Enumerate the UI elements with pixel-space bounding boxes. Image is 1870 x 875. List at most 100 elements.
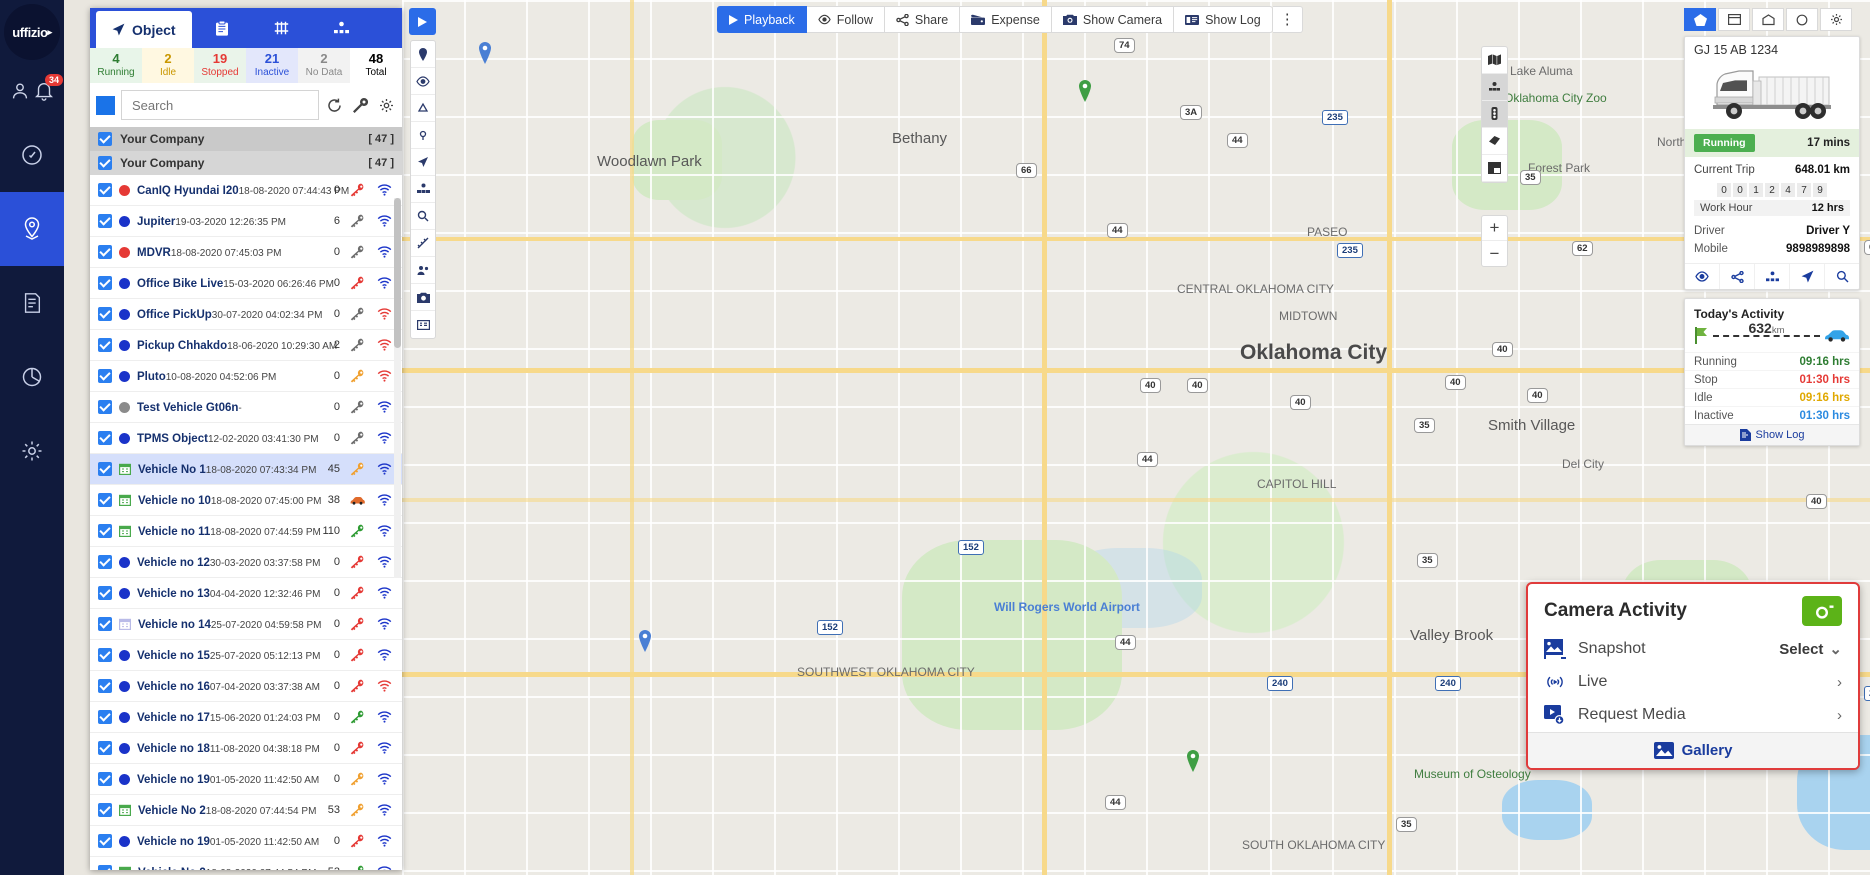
vehicle-list-row[interactable]: Vehicle no 1525-07-2020 05:12:13 PM 0 xyxy=(90,640,402,671)
filter-wrench-icon[interactable] xyxy=(351,91,371,119)
vehicle-list-row[interactable]: Vehicle No 218-08-2020 07:44:54 PM53 xyxy=(90,795,402,826)
ignition-key-button[interactable] xyxy=(347,617,367,631)
label-layer-icon[interactable] xyxy=(1482,128,1507,155)
signal-status-button[interactable] xyxy=(374,494,394,506)
map-zoom-controls[interactable]: + − xyxy=(1481,215,1508,267)
signal-status-button[interactable] xyxy=(374,525,394,537)
signal-status-button[interactable] xyxy=(374,804,394,816)
show-log-button[interactable]: Show Log xyxy=(1174,6,1273,33)
ignition-key-button[interactable] xyxy=(347,710,367,724)
row-checkbox[interactable] xyxy=(98,772,112,786)
signal-status-button[interactable] xyxy=(374,649,394,661)
view-toggle-grid-icon[interactable] xyxy=(1752,8,1784,31)
ignition-key-button[interactable] xyxy=(347,586,367,600)
vehicle-list-row[interactable]: Vehicle no 1715-06-2020 01:24:03 PM 0 xyxy=(90,702,402,733)
sidebar-item-reports[interactable] xyxy=(0,266,64,340)
map-play-button[interactable] xyxy=(409,8,436,35)
view-toggle-list-icon[interactable] xyxy=(1718,8,1750,31)
zoom-in-button[interactable]: + xyxy=(1482,216,1507,241)
vehicle-list-row[interactable]: Office PickUp30-07-2020 04:02:34 PM 0 xyxy=(90,299,402,330)
traffic-layer-icon[interactable] xyxy=(1482,74,1507,101)
fullscreen-icon[interactable] xyxy=(1482,155,1507,182)
signal-status-button[interactable] xyxy=(374,432,394,444)
poi-tool-icon[interactable] xyxy=(411,122,435,149)
ignition-key-button[interactable] xyxy=(347,679,367,693)
ignition-key-button[interactable] xyxy=(347,338,367,352)
vehicle-list-scrollbar[interactable] xyxy=(394,198,401,578)
ignition-key-button[interactable] xyxy=(347,648,367,662)
status-inactive[interactable]: 21 Inactive xyxy=(246,48,298,83)
signal-status-button[interactable] xyxy=(374,742,394,754)
vehicle-list-row[interactable]: Vehicle no 1018-08-2020 07:45:00 PM 38 xyxy=(90,485,402,516)
camera-tool-icon[interactable] xyxy=(411,284,435,311)
vehicle-list-row[interactable]: Vehicle no 1901-05-2020 11:42:50 AM 0 xyxy=(90,826,402,857)
zoom-icon[interactable] xyxy=(1825,264,1859,289)
status-idle[interactable]: 2 Idle xyxy=(142,48,194,83)
row-checkbox[interactable] xyxy=(98,803,112,817)
row-checkbox[interactable] xyxy=(98,617,112,631)
camera-live-row[interactable]: Live › xyxy=(1528,666,1858,698)
row-checkbox[interactable] xyxy=(98,524,112,538)
ignition-key-button[interactable] xyxy=(347,865,367,870)
ignition-key-button[interactable] xyxy=(347,834,367,848)
signal-status-button[interactable] xyxy=(374,587,394,599)
sidebar-item-dashboard[interactable] xyxy=(0,118,64,192)
ignition-key-button[interactable] xyxy=(347,555,367,569)
measure-tool-icon[interactable] xyxy=(411,230,435,257)
map-pin-museum[interactable] xyxy=(1185,750,1201,772)
ignition-key-button[interactable] xyxy=(347,307,367,321)
map-layer-controls[interactable] xyxy=(1481,46,1508,183)
show-camera-button[interactable]: Show Camera xyxy=(1051,6,1175,33)
route-tool-icon[interactable] xyxy=(411,149,435,176)
signal-status-button[interactable] xyxy=(374,680,394,692)
sidebar-item-tracking[interactable] xyxy=(0,192,64,266)
search-input[interactable] xyxy=(121,90,319,120)
signal-status-button[interactable] xyxy=(374,773,394,785)
navigation-icon[interactable] xyxy=(1790,264,1825,289)
traffic-light-icon[interactable] xyxy=(1482,101,1507,128)
show-log-link[interactable]: Show Log xyxy=(1685,424,1859,445)
vehicle-list-row[interactable]: Pluto10-08-2020 04:52:06 PM 0 xyxy=(90,361,402,392)
share-button[interactable]: Share xyxy=(884,6,961,33)
group-checkbox[interactable] xyxy=(98,156,112,170)
vehicle-list-row[interactable]: MDVR18-08-2020 07:45:03 PM 0 xyxy=(90,237,402,268)
vehicle-list-row[interactable]: Vehicle No 218-08-2020 07:44:54 PM53 xyxy=(90,857,402,870)
playback-button[interactable]: Playback xyxy=(717,6,807,33)
geofence-tool-icon[interactable] xyxy=(411,95,435,122)
row-checkbox[interactable] xyxy=(98,400,112,414)
ignition-key-button[interactable] xyxy=(347,214,367,228)
map-type-icon[interactable] xyxy=(1482,47,1507,74)
ignition-key-button[interactable] xyxy=(347,496,367,505)
signal-status-button[interactable] xyxy=(374,835,394,847)
vehicle-list-row[interactable]: Vehicle no 1304-04-2020 12:32:46 PM 0 xyxy=(90,578,402,609)
status-no-data[interactable]: 2 No Data xyxy=(298,48,350,83)
vehicle-list-row[interactable]: Vehicle no 1607-04-2020 03:37:38 AM 0 xyxy=(90,671,402,702)
signal-status-button[interactable] xyxy=(374,215,394,227)
status-stopped[interactable]: 19 Stopped xyxy=(194,48,246,83)
ignition-key-button[interactable] xyxy=(347,276,367,290)
search-area-icon[interactable] xyxy=(411,203,435,230)
group-header-subcompany[interactable]: Your Company [ 47 ] xyxy=(90,151,402,175)
tab-grid[interactable] xyxy=(252,8,312,48)
row-checkbox[interactable] xyxy=(98,710,112,724)
row-checkbox[interactable] xyxy=(98,183,112,197)
follow-button[interactable]: Follow xyxy=(806,6,885,33)
vehicle-list-row[interactable]: Vehicle no 1425-07-2020 04:59:58 PM 0 xyxy=(90,609,402,640)
signal-status-button[interactable] xyxy=(374,370,394,382)
app-logo[interactable]: uffizio ▸ xyxy=(0,0,64,64)
signal-status-button[interactable] xyxy=(374,866,394,870)
settings-gear-icon[interactable] xyxy=(376,91,396,119)
vehicle-list-row[interactable]: Vehicle No 118-08-2020 07:43:34 PM 45 xyxy=(90,454,402,485)
vehicle-list-row[interactable]: Vehicle no 1811-08-2020 04:38:18 PM 0 xyxy=(90,733,402,764)
camera-snapshot-row[interactable]: Snapshot Select ⌄ xyxy=(1528,632,1858,666)
tab-clipboard[interactable] xyxy=(192,8,252,48)
view-toggle-object-icon[interactable] xyxy=(1684,8,1716,31)
signal-status-button[interactable] xyxy=(374,463,394,475)
ignition-key-button[interactable] xyxy=(347,400,367,414)
camera-request-media-row[interactable]: Request Media › xyxy=(1528,698,1858,732)
signal-status-button[interactable] xyxy=(374,556,394,568)
users-tool-icon[interactable] xyxy=(411,257,435,284)
vehicle-list-row[interactable]: Test Vehicle Gt06n- 0 xyxy=(90,392,402,423)
view-toggle-circle-icon[interactable] xyxy=(1786,8,1818,31)
vehicle-list-row[interactable]: CanIQ Hyundai I2018-08-2020 07:44:43 PM 0 xyxy=(90,175,402,206)
